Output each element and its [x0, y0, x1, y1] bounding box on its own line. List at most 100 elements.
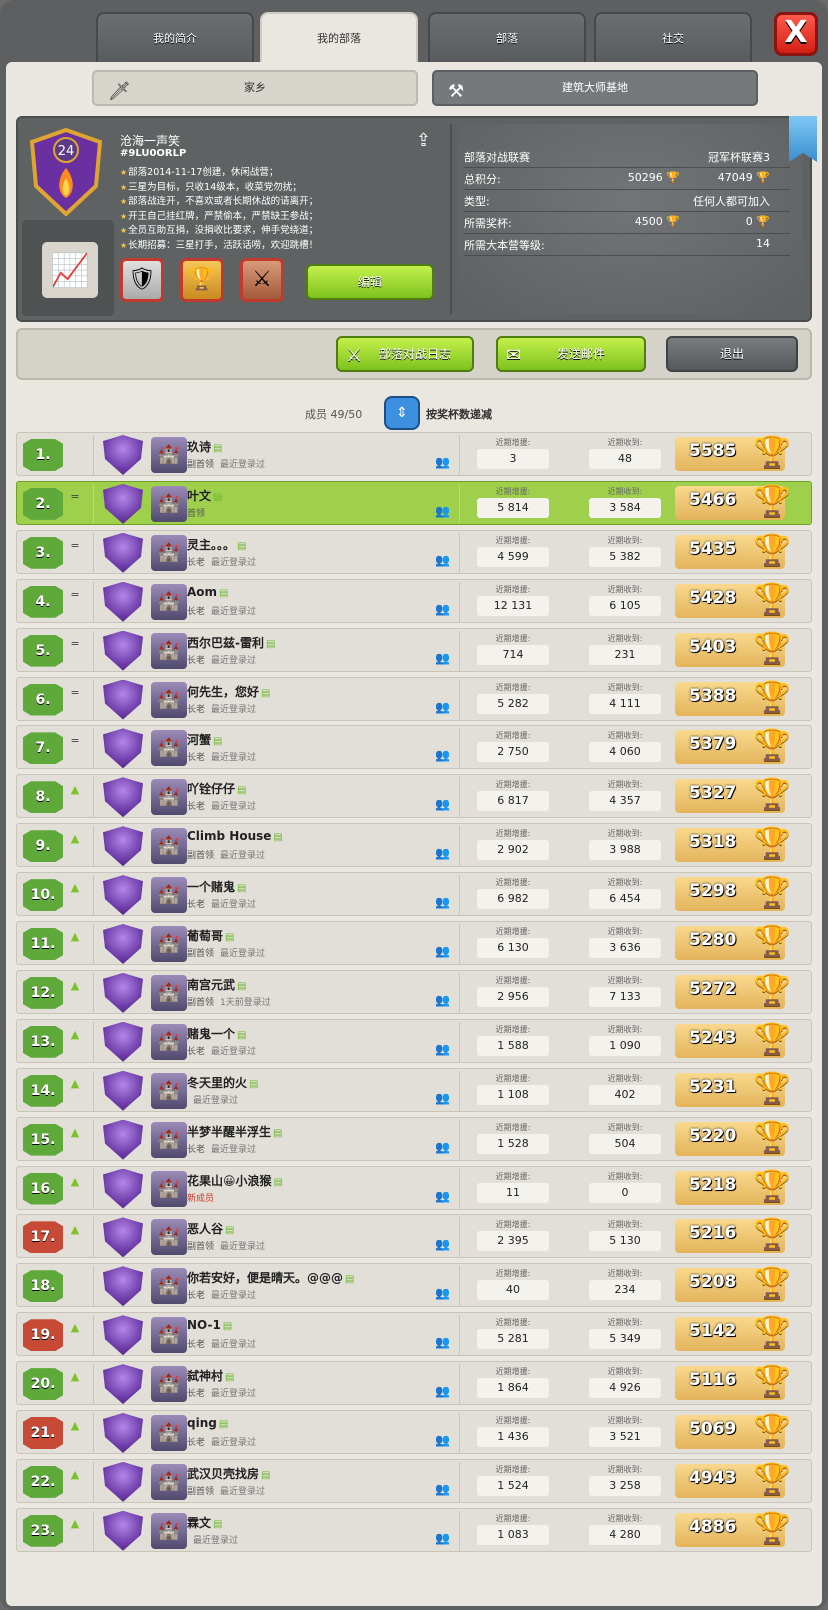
edit-button[interactable]: 编辑 [306, 264, 434, 300]
friend-request-icon[interactable]: 👥 [435, 1189, 450, 1203]
trophy-count: 5272 🏆 [675, 973, 791, 1009]
player-role: 长老 最近登录过 [187, 900, 257, 911]
friend-request-icon[interactable]: 👥 [435, 1384, 450, 1398]
desc-line: 三星为目标，只收14级本，收菜党勿扰； [120, 181, 450, 196]
player-name: NO-1 ▤ [187, 1318, 233, 1333]
member-row[interactable]: 9. ▲ 🏰 Climb House ▤ 副首领 最近登录过 👥 近期增援: 2 902 近期收到:… [16, 823, 812, 868]
last-online: 最近登录过 [220, 460, 266, 470]
donated-stat: 近期增援: 6 817 [477, 775, 549, 819]
divider [450, 124, 452, 314]
member-row[interactable]: 4. = 🏰 Aom ▤ 长老 最近登录过 👥 近期增援: 12 131 近期收到: 6 105 542… [16, 578, 812, 623]
war-swords-icon[interactable]: ⚔ [240, 258, 284, 302]
friend-request-icon[interactable]: 👥 [435, 455, 450, 469]
friend-request-icon[interactable]: 👥 [435, 1433, 450, 1447]
friend-request-icon[interactable]: 👥 [435, 1531, 450, 1545]
clan-name: 沧海一声笑 [120, 134, 181, 148]
town-hall-icon: 🏰 [151, 1366, 187, 1403]
member-row[interactable]: 19. ▲ 🏰 NO-1 ▤ 长老 最近登录过 👥 近期增援: 5 281 近期收到: 5 349 51… [16, 1312, 812, 1357]
divider [93, 1119, 94, 1160]
friend-request-icon[interactable]: 👥 [435, 1286, 450, 1300]
war-log-button[interactable]: ⚔ 部落对战日志 [336, 336, 474, 372]
friend-request-icon[interactable]: 👥 [435, 846, 450, 860]
friend-request-icon[interactable]: 👥 [435, 504, 450, 518]
donated-stat: 近期增援: 6 982 [477, 873, 549, 917]
trophy-icon: 🏆 [753, 679, 791, 715]
tab-social[interactable]: 社交 [594, 12, 752, 62]
member-row[interactable]: 2. = 🏰 叶文 ▤ 首领 👥 近期增援: 5 814 近期收到: 3 584 5466 🏆 [16, 480, 812, 525]
friend-request-icon[interactable]: 👥 [435, 993, 450, 1007]
capital-league-medal-icon[interactable]: 🏆 [180, 258, 224, 302]
player-name: 花果山😀小浪猴 ▤ [187, 1173, 283, 1188]
member-row[interactable]: 1. 🏰 玖诗 ▤ 副首领 最近登录过 👥 近期增援: 3 近期收到: 48 5585 🏆 [16, 432, 812, 476]
trophy-count: 5142 🏆 [675, 1315, 791, 1352]
member-row[interactable]: 10. ▲ 🏰 一个赌鬼 ▤ 长老 最近登录过 👥 近期增援: 6 982 近期收到: 6 454 52… [16, 872, 812, 917]
friend-request-icon[interactable]: 👥 [435, 1237, 450, 1251]
friend-request-icon[interactable]: 👥 [435, 748, 450, 762]
last-online: 最近登录过 [211, 557, 257, 568]
trophy-icon: 🏆 [753, 1413, 791, 1448]
leave-button[interactable]: 退出 [666, 336, 798, 372]
member-row[interactable]: 8. ▲ 🏰 吖铨仔仔 ▤ 长老 最近登录过 👥 近期增援: 6 817 近期收到: 4 357 532… [16, 774, 812, 819]
friend-request-icon[interactable]: 👥 [435, 895, 450, 909]
member-row[interactable]: 17. ▲ 🏰 恶人谷 ▤ 副首领 最近登录过 👥 近期增援: 2 395 近期收到: 5 130 52… [16, 1214, 812, 1259]
friend-request-icon[interactable]: 👥 [435, 1140, 450, 1154]
member-row[interactable]: 18. 🏰 你若安好，便是晴天。@@@ ▤ 长老 最近登录过 👥 近期增援: 40 近期收到: 23… [16, 1263, 812, 1308]
league-shield-icon [103, 972, 143, 1013]
trophy-icon: 🏆 [753, 924, 791, 959]
divider [93, 1266, 94, 1307]
town-hall-icon: 🏰 [151, 1268, 187, 1305]
subtab-builder-base[interactable]: ⚒ 建筑大师基地 [432, 70, 758, 106]
friend-request-icon[interactable]: 👥 [435, 553, 450, 567]
send-mail-button[interactable]: ✉ 发送邮件 [496, 336, 646, 372]
friend-request-icon[interactable]: 👥 [435, 602, 450, 616]
league-shield-icon [103, 1510, 143, 1551]
member-row[interactable]: 20. ▲ 🏰 弑神村 ▤ 长老 最近登录过 👥 近期增援: 1 864 近期收到: 4 926 511… [16, 1361, 812, 1406]
member-row[interactable]: 5. = 🏰 西尔巴兹-雷利 ▤ 长老 最近登录过 👥 近期增援: 714 近期收到: 231 5403… [16, 627, 812, 672]
member-row[interactable]: 16. ▲ 🏰 花果山😀小浪猴 ▤ 新成员 👥 近期增援: 11 近期收到: 0 5218 🏆 [16, 1165, 812, 1210]
last-online: 最近登录过 [211, 753, 257, 764]
tab-my-clan[interactable]: 我的部落 [260, 12, 418, 64]
member-row[interactable]: 12. ▲ 🏰 南宫元武 ▤ 副首领 1天前登录过 👥 近期增援: 2 956 近期收到: 7 133… [16, 969, 812, 1014]
trophy-icon: 🏆 [756, 215, 770, 228]
last-online: 最近登录过 [211, 900, 257, 911]
town-hall-icon: 🏰 [151, 877, 187, 914]
town-hall-icon: 🏰 [151, 534, 187, 571]
rank-badge: 10. [23, 879, 63, 912]
member-row[interactable]: 15. ▲ 🏰 半梦半醒半浮生 ▤ 长老 最近登录过 👥 近期增援: 1 528 近期收到: 504 5… [16, 1116, 812, 1161]
member-row[interactable]: 7. = 🏰 河蟹 ▤ 长老 最近登录过 👥 近期增援: 2 750 近期收到: 4 060 5379 🏆 [16, 725, 812, 770]
friend-request-icon[interactable]: 👥 [435, 700, 450, 714]
friend-request-icon[interactable]: 👥 [435, 1091, 450, 1105]
member-row[interactable]: 3. = 🏰 灵主。。。 ▤ 长老 最近登录过 👥 近期增援: 4 599 近期收到: 5 382 54… [16, 529, 812, 574]
member-row[interactable]: 6. = 🏰 何先生，您好 ▤ 长老 最近登录过 👥 近期增援: 5 282 近期收到: 4 111 5… [16, 676, 812, 721]
tab-clans[interactable]: 部落 [428, 12, 586, 62]
subtab-home[interactable]: 🗡 家乡 [92, 70, 418, 106]
sort-toggle-button[interactable]: ⇕ [384, 396, 420, 430]
chat-icon: ▤ [213, 736, 223, 748]
member-row[interactable]: 11. ▲ 🏰 葡萄哥 ▤ 副首领 最近登录过 👥 近期增援: 6 130 近期收到: 3 636 52… [16, 921, 812, 965]
chat-icon: ▤ [225, 1372, 235, 1384]
member-row[interactable]: 22. ▲ 🏰 武汉贝壳找房 ▤ 副首领 最近登录过 👥 近期增援: 1 524 近期收到: 3 25… [16, 1458, 812, 1503]
tab-my-profile[interactable]: 我的简介 [96, 12, 254, 62]
friend-request-icon[interactable]: 👥 [435, 651, 450, 665]
war-league-medal-icon[interactable]: 🛡 [120, 258, 164, 302]
share-icon[interactable]: ⇪ [416, 130, 431, 151]
trophy-count: 5243 🏆 [675, 1022, 791, 1058]
chart-icon[interactable]: 📈 [42, 242, 98, 298]
member-row[interactable]: 23. ▲ 🏰 霖文 ▤ 最近登录过 👥 近期增援: 1 083 近期收到: 4 280 4886 🏆 [16, 1507, 812, 1552]
town-hall-icon: 🏰 [151, 1121, 187, 1158]
town-hall-icon: 🏰 [151, 437, 187, 473]
member-row[interactable]: 13. ▲ 🏰 赌鬼一个 ▤ 长老 最近登录过 👥 近期增援: 1 588 近期收到: 1 090 52… [16, 1018, 812, 1063]
friend-request-icon[interactable]: 👥 [435, 797, 450, 811]
divider [459, 1461, 460, 1502]
friend-request-icon[interactable]: 👥 [435, 944, 450, 958]
divider [459, 924, 460, 964]
close-button[interactable]: X [774, 12, 818, 56]
swords-icon: ⚔ [346, 345, 363, 366]
member-row[interactable]: 21. ▲ 🏰 qing ▤ 长老 最近登录过 👥 近期增援: 1 436 近期收到: 3 521 50… [16, 1410, 812, 1454]
friend-request-icon[interactable]: 👥 [435, 1335, 450, 1349]
last-online: 最近登录过 [220, 1242, 266, 1253]
friend-request-icon[interactable]: 👥 [435, 1482, 450, 1496]
member-row[interactable]: 14. ▲ 🏰 冬天里的火 ▤ 最近登录过 👥 近期增援: 1 108 近期收到: 402 5231 🏆 [16, 1067, 812, 1112]
received-stat: 近期收到: 5 349 [589, 1313, 661, 1357]
friend-request-icon[interactable]: 👥 [435, 1042, 450, 1056]
